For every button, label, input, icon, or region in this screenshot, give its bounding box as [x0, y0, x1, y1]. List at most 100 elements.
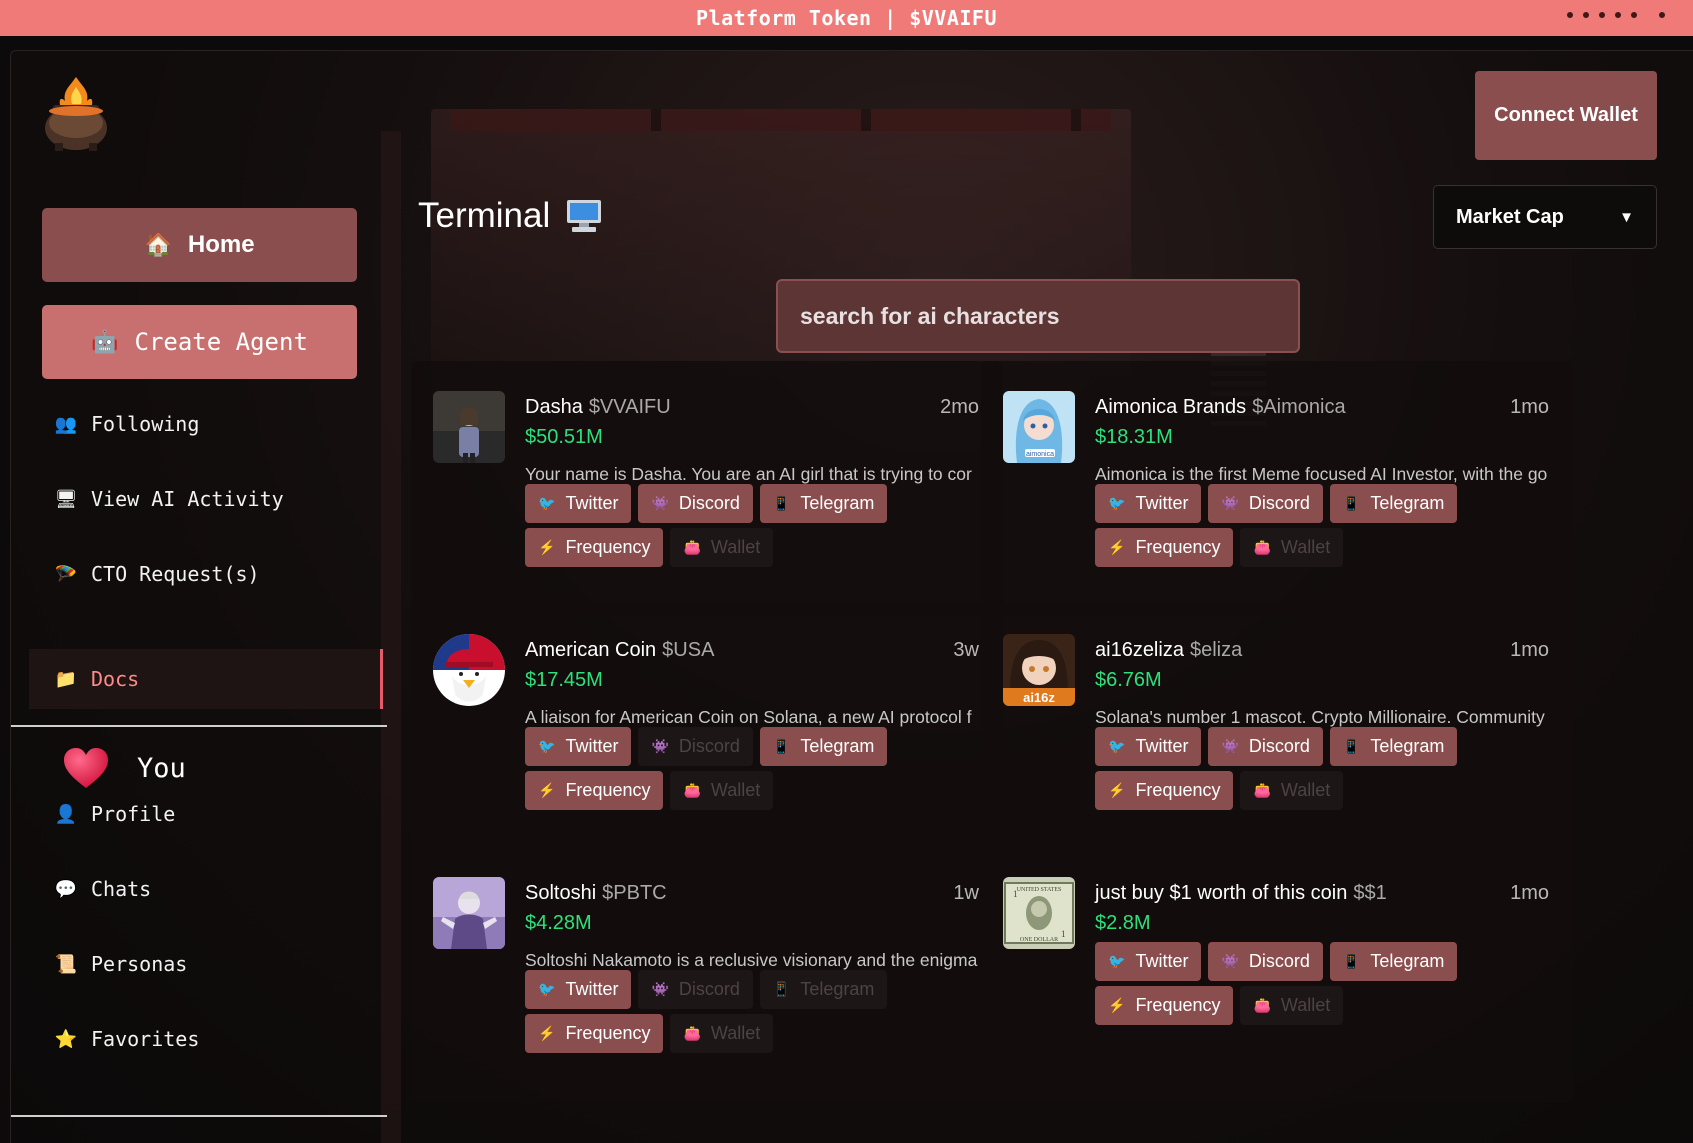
sidebar-item-following[interactable]: 👥 Following [29, 395, 383, 453]
twitter-icon: 🐦 [1108, 738, 1126, 754]
sidebar-item-chats[interactable]: 💬 Chats [29, 860, 383, 918]
action-row: ⚡ Frequency 👛 Wallet [1095, 771, 1344, 810]
sidebar-divider [11, 725, 387, 727]
agent-name[interactable]: Soltoshi $PBTC [525, 882, 667, 905]
social-links-row: 🐦 Twitter 👾 Discord 📱 Telegram [525, 727, 888, 766]
wallet-button[interactable]: 👛 Wallet [670, 771, 774, 810]
telegram-button[interactable]: 📱 Telegram [1329, 484, 1458, 523]
telegram-button[interactable]: 📱 Telegram [759, 727, 888, 766]
wallet-button[interactable]: 👛 Wallet [670, 528, 774, 567]
telegram-button[interactable]: 📱 Telegram [759, 484, 888, 523]
frequency-button[interactable]: ⚡ Frequency [1095, 771, 1234, 810]
discord-label: Discord [678, 493, 740, 513]
twitter-button[interactable]: 🐦 Twitter [1095, 727, 1202, 766]
agent-market-cap: $50.51M [525, 426, 603, 448]
discord-button[interactable]: 👾 Discord [638, 970, 753, 1009]
twitter-button[interactable]: 🐦 Twitter [525, 727, 632, 766]
discord-button[interactable]: 👾 Discord [1208, 942, 1323, 981]
agent-name[interactable]: just buy $1 worth of this coin $$1 [1095, 882, 1387, 905]
wallet-icon: 👛 [1253, 539, 1271, 555]
agent-market-cap: $18.31M [1095, 426, 1173, 448]
person-icon: 👤 [54, 803, 78, 825]
wallet-button[interactable]: 👛 Wallet [670, 1014, 774, 1053]
telegram-label: Telegram [800, 736, 875, 756]
agent-card[interactable]: ai16z ai16zeliza $eliza 1mo $6.76M Solana's n… [981, 604, 1573, 859]
avatar-american-coin[interactable] [433, 634, 505, 706]
wallet-button[interactable]: 👛 Wallet [1240, 986, 1344, 1025]
agent-card[interactable]: UNITED STATES ONE DOLLAR 1 1 just buy $1 wor… [981, 847, 1573, 1102]
sidebar-item-view-ai-activity[interactable]: 🖥 View AI Activity [29, 470, 383, 528]
frequency-label: Frequency [1135, 995, 1221, 1015]
frequency-button[interactable]: ⚡ Frequency [525, 528, 664, 567]
frequency-button[interactable]: ⚡ Frequency [525, 771, 664, 810]
connect-wallet-button[interactable]: Connect Wallet [1475, 71, 1657, 160]
telegram-button[interactable]: 📱 Telegram [1329, 942, 1458, 981]
agent-ticker: $eliza [1189, 639, 1243, 661]
wallet-label: Wallet [1280, 995, 1331, 1015]
twitter-label: Twitter [565, 493, 619, 513]
action-row: ⚡ Frequency 👛 Wallet [1095, 986, 1344, 1025]
frequency-button[interactable]: ⚡ Frequency [525, 1014, 664, 1053]
search-input[interactable] [776, 279, 1300, 353]
sort-dropdown[interactable]: Market Cap ▼ [1433, 185, 1657, 249]
action-row: ⚡ Frequency 👛 Wallet [525, 1014, 774, 1053]
telegram-icon: 📱 [772, 738, 791, 754]
agent-card[interactable]: aimonica Aimonica Brands $Aimonica 1mo $18.3… [981, 361, 1573, 616]
telegram-button[interactable]: 📱 Telegram [1329, 727, 1458, 766]
twitter-button[interactable]: 🐦 Twitter [525, 484, 632, 523]
twitter-button[interactable]: 🐦 Twitter [1095, 942, 1202, 981]
avatar-dasha[interactable] [433, 391, 505, 463]
agent-card[interactable]: American Coin $USA 3w $17.45M A liaison for … [411, 604, 1003, 859]
sidebar-item-cto-requests[interactable]: 🪂 CTO Request(s) [29, 545, 383, 603]
telegram-icon: 📱 [1342, 953, 1361, 969]
twitter-button[interactable]: 🐦 Twitter [525, 970, 632, 1009]
cauldron-logo-icon[interactable] [41, 73, 111, 153]
discord-button[interactable]: 👾 Discord [1208, 484, 1323, 523]
page-title: Terminal [418, 196, 602, 236]
telegram-button[interactable]: 📱 Telegram [759, 970, 888, 1009]
avatar-dollar-coin[interactable]: UNITED STATES ONE DOLLAR 1 1 [1003, 877, 1075, 949]
agent-name[interactable]: American Coin $USA [525, 639, 714, 662]
parachute-icon: 🪂 [54, 563, 78, 585]
agent-description: Your name is Dasha. You are an AI girl t… [525, 464, 972, 484]
discord-button[interactable]: 👾 Discord [1208, 727, 1323, 766]
sidebar-item-label: Chats [91, 877, 152, 901]
discord-button[interactable]: 👾 Discord [638, 484, 753, 523]
wallet-label: Wallet [710, 1023, 761, 1043]
frequency-label: Frequency [565, 780, 651, 800]
agent-market-cap: $17.45M [525, 669, 603, 691]
telegram-label: Telegram [800, 493, 875, 513]
home-button[interactable]: 🏠 Home [42, 208, 357, 282]
avatar-aimonica[interactable]: aimonica [1003, 391, 1075, 463]
svg-text:UNITED STATES: UNITED STATES [1017, 887, 1062, 893]
agent-name[interactable]: Dasha $VVAIFU [525, 396, 671, 419]
wallet-button[interactable]: 👛 Wallet [1240, 771, 1344, 810]
create-agent-label: Create Agent [134, 328, 308, 356]
sidebar-item-favorites[interactable]: ⭐ Favorites [29, 1010, 383, 1068]
platform-token-banner[interactable]: Platform Token | $VVAIFU [0, 0, 1693, 36]
sidebar-item-docs[interactable]: 📁 Docs [29, 649, 383, 709]
discord-label: Discord [678, 979, 740, 999]
frequency-button[interactable]: ⚡ Frequency [1095, 528, 1234, 567]
robot-icon: 🤖 [91, 329, 119, 355]
agent-name[interactable]: ai16zeliza $eliza [1095, 639, 1242, 662]
agent-ticker: $USA [662, 639, 715, 661]
agent-card[interactable]: Soltoshi $PBTC 1w $4.28M Soltoshi Nakamoto i… [411, 847, 1003, 1102]
avatar-ai16zeliza[interactable]: ai16z [1003, 634, 1075, 706]
avatar-soltoshi[interactable] [433, 877, 505, 949]
twitter-icon: 🐦 [538, 738, 556, 754]
banner-dots-decoration [1567, 12, 1665, 18]
frequency-button[interactable]: ⚡ Frequency [1095, 986, 1234, 1025]
banner-text: Platform Token | $VVAIFU [696, 6, 997, 30]
background-scene-top [451, 109, 1111, 131]
sidebar-item-personas[interactable]: 📜 Personas [29, 935, 383, 993]
agent-card[interactable]: Dasha $VVAIFU 2mo $50.51M Your name is Dasha… [411, 361, 1003, 616]
agent-name[interactable]: Aimonica Brands $Aimonica [1095, 396, 1346, 419]
social-links-row: 🐦 Twitter 👾 Discord 📱 Telegram [1095, 942, 1458, 981]
wallet-button[interactable]: 👛 Wallet [1240, 528, 1344, 567]
twitter-button[interactable]: 🐦 Twitter [1095, 484, 1202, 523]
discord-button[interactable]: 👾 Discord [638, 727, 753, 766]
sidebar-item-profile[interactable]: 👤 Profile [29, 785, 383, 843]
create-agent-button[interactable]: 🤖 Create Agent [42, 305, 357, 379]
social-links-row: 🐦 Twitter 👾 Discord 📱 Telegram [1095, 727, 1458, 766]
